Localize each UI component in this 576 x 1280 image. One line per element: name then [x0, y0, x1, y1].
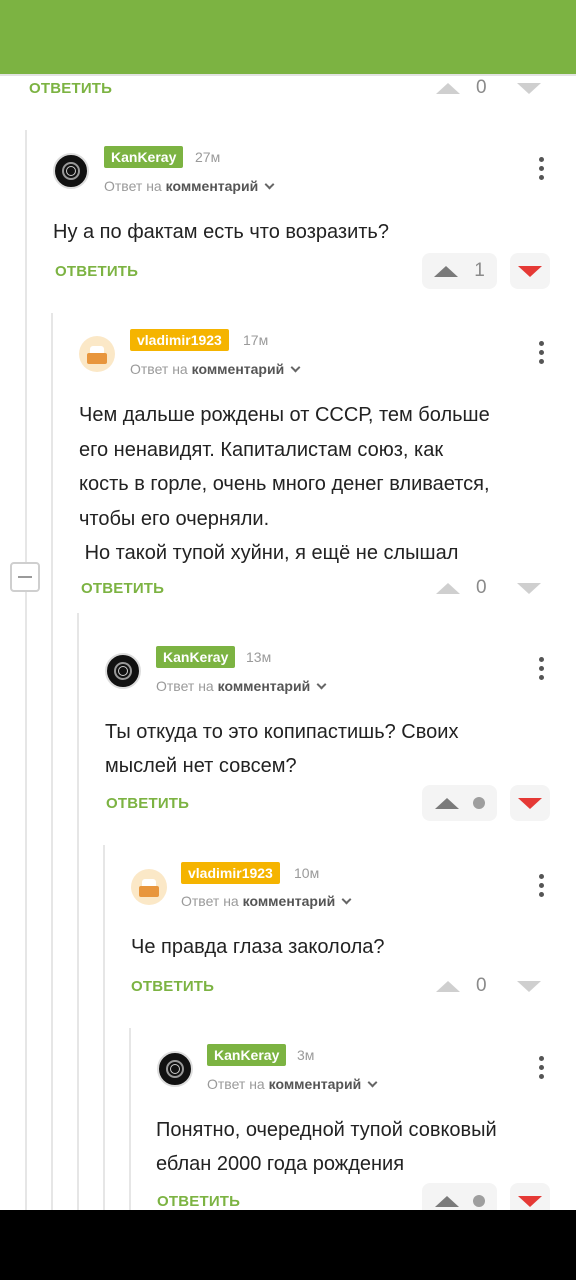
reply-to-meta[interactable]: Ответ на комментарий	[104, 178, 275, 194]
app-header-bar	[0, 0, 576, 74]
chevron-down-icon	[367, 1077, 378, 1088]
reply-button[interactable]: ОТВЕТИТЬ	[81, 580, 164, 597]
avatar[interactable]	[53, 153, 89, 189]
avatar[interactable]	[79, 336, 115, 372]
upvote-icon	[434, 265, 459, 277]
comment-time: 13м	[246, 649, 272, 665]
thread-line	[103, 845, 105, 1210]
reply-to-meta[interactable]: Ответ на комментарий	[207, 1076, 378, 1092]
upvote-button[interactable]	[422, 785, 497, 821]
vote-controls: 0	[436, 968, 541, 1004]
vote-count: 0	[476, 975, 487, 996]
more-icon[interactable]	[539, 341, 545, 364]
comment-text: Ты откуда то это копипастишь? Своих мысл…	[105, 721, 459, 777]
comment-text: Чем дальше рождены от СССР, тем больше е…	[79, 404, 490, 564]
reply-to-meta[interactable]: Ответ на комментарий	[156, 678, 327, 694]
collapse-icon[interactable]	[10, 562, 40, 592]
username-badge[interactable]: KanKeray	[207, 1044, 287, 1066]
username-badge[interactable]: KanKeray	[156, 646, 236, 668]
vote-controls: 0	[436, 570, 541, 606]
vote-pending-dot	[472, 1195, 485, 1207]
reply-button[interactable]: ОТВЕТИТЬ	[55, 263, 138, 280]
upvote-icon	[434, 797, 459, 809]
upvote-icon[interactable]	[436, 582, 460, 594]
username-badge[interactable]: vladimir1923	[130, 329, 229, 351]
reply-button[interactable]: ОТВЕТИТЬ	[157, 1193, 240, 1210]
vote-count: 1	[474, 260, 485, 281]
downvote-button[interactable]	[510, 253, 550, 289]
downvote-icon	[518, 265, 542, 277]
comment-time: 3м	[297, 1047, 315, 1063]
comment-text: Понятно, очередной тупой совковый еблан …	[156, 1119, 497, 1175]
vote-count: 0	[476, 77, 487, 98]
username-badge[interactable]: vladimir1923	[181, 862, 280, 884]
comment-text: Ну а по фактам есть что возразить?	[53, 221, 389, 243]
more-icon[interactable]	[539, 657, 545, 680]
comment-time: 10м	[294, 865, 320, 881]
more-icon[interactable]	[539, 157, 545, 180]
reply-to-meta[interactable]: Ответ на комментарий	[130, 361, 301, 377]
chevron-down-icon	[264, 179, 275, 190]
comment-time: 17м	[243, 332, 269, 348]
thread-line	[129, 1028, 131, 1210]
reply-button[interactable]: ОТВЕТИТЬ	[106, 795, 189, 812]
reply-to-meta[interactable]: Ответ на комментарий	[181, 893, 352, 909]
chevron-down-icon	[290, 362, 301, 373]
system-navigation-bar	[0, 1210, 576, 1280]
upvote-button[interactable]: 1	[422, 253, 497, 289]
upvote-icon[interactable]	[436, 82, 460, 94]
more-icon[interactable]	[539, 874, 545, 897]
vote-pending-dot	[472, 797, 485, 809]
upvote-icon	[434, 1195, 459, 1207]
vote-controls: 0	[436, 70, 541, 106]
reply-button[interactable]: ОТВЕТИТЬ	[29, 80, 112, 97]
more-icon[interactable]	[539, 1056, 545, 1079]
avatar[interactable]	[131, 869, 167, 905]
avatar[interactable]	[105, 653, 141, 689]
thread-line	[25, 130, 27, 1210]
chevron-down-icon	[316, 679, 327, 690]
downvote-button[interactable]	[510, 785, 550, 821]
avatar[interactable]	[157, 1051, 193, 1087]
downvote-icon	[518, 1195, 542, 1207]
comment-time: 27м	[195, 149, 221, 165]
comment-text: Че правда глаза заколола?	[131, 936, 385, 958]
upvote-icon[interactable]	[436, 980, 460, 992]
downvote-icon	[518, 797, 542, 809]
vote-count: 0	[476, 577, 487, 598]
thread-line	[77, 613, 79, 1210]
reply-button[interactable]: ОТВЕТИТЬ	[131, 978, 214, 995]
downvote-icon[interactable]	[516, 82, 541, 94]
chevron-down-icon	[341, 894, 352, 905]
username-badge[interactable]: KanKeray	[104, 146, 184, 168]
downvote-icon[interactable]	[516, 980, 541, 992]
downvote-icon[interactable]	[516, 582, 541, 594]
thread-line	[51, 313, 53, 1210]
